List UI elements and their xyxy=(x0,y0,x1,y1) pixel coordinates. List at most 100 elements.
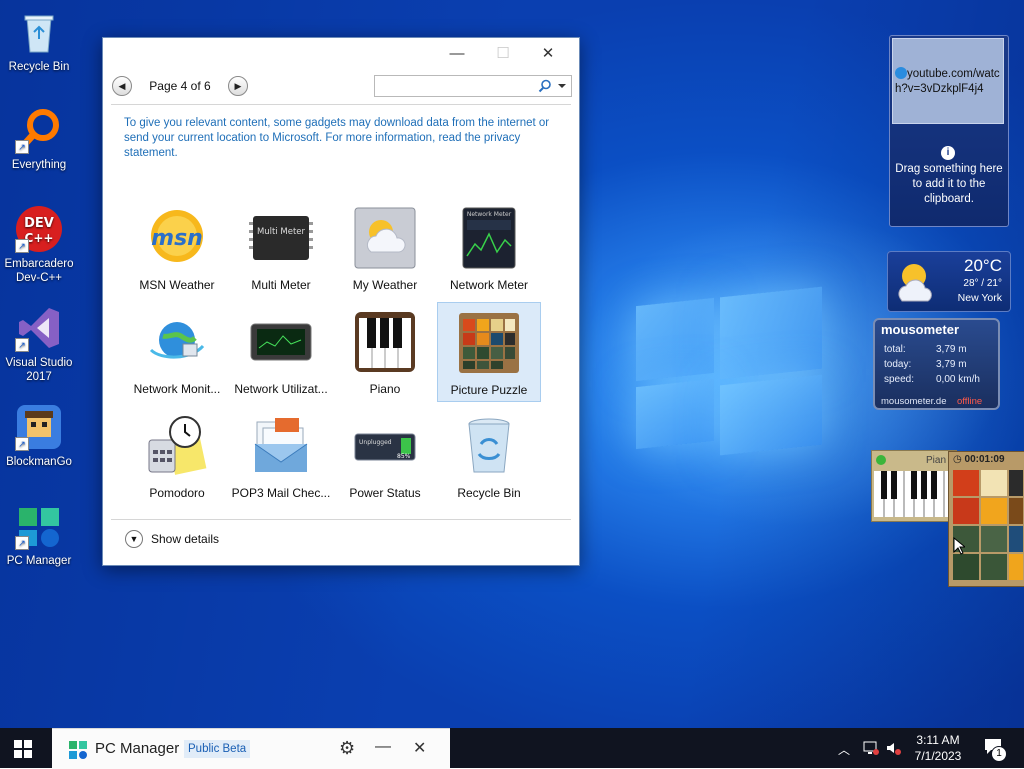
clipboard-item[interactable]: youtube.com/watch?v=3vDzkplF4j4 xyxy=(892,38,1004,124)
weather-city: New York xyxy=(957,292,1002,304)
my-weather-icon xyxy=(353,206,417,270)
recycle-bin-icon xyxy=(15,8,63,56)
search-icon[interactable] xyxy=(538,79,552,93)
temperature-range: 28° / 21° xyxy=(963,278,1002,289)
notification-center-button[interactable]: 1 xyxy=(984,738,1007,762)
desktop-icon-label: Everything xyxy=(11,159,67,171)
row-value: 3,79 m xyxy=(936,344,967,355)
multi-meter-text: Multi Meter xyxy=(257,227,306,237)
picture-puzzle-gadget[interactable]: ◷ 00:01:09 xyxy=(948,451,1024,587)
desktop-icon-blockmango[interactable]: ↗ BlockmanGo xyxy=(1,403,77,469)
gadget-piano[interactable]: Piano xyxy=(333,306,437,406)
unplugged-text: Unplugged xyxy=(359,439,392,446)
recycle-bin-icon xyxy=(457,414,521,478)
clipboard-hint: Drag something here to add it to the cli… xyxy=(895,163,1003,205)
gadget-recycle-bin[interactable]: Recycle Bin xyxy=(437,410,541,510)
timer-icon: ◷ xyxy=(953,454,962,465)
show-details-toggle[interactable]: ▼ Show details xyxy=(125,530,219,548)
shortcut-arrow-icon: ↗ xyxy=(15,338,29,352)
gadget-label: MSN Weather xyxy=(139,278,215,292)
gadget-label: Network Utilizat... xyxy=(234,382,328,396)
desktop-icon-everything[interactable]: ↗ Everything xyxy=(1,106,77,172)
next-page-button[interactable]: ▶ xyxy=(228,76,248,96)
gadget-multi-meter[interactable]: Multi Meter Multi Meter xyxy=(229,202,333,302)
gadget-search-box[interactable] xyxy=(374,75,572,97)
gadget-msn-weather[interactable]: msn MSN Weather xyxy=(125,202,229,302)
volume-muted-icon[interactable] xyxy=(885,740,901,756)
chevron-down-icon: ▼ xyxy=(125,530,143,548)
chevron-up-icon[interactable]: ︿ xyxy=(838,741,850,758)
piano-keys[interactable] xyxy=(874,471,954,517)
gadget-label: Recycle Bin xyxy=(457,486,521,500)
multi-meter-icon: Multi Meter xyxy=(249,206,313,270)
gadget-pomodoro[interactable]: Pomodoro xyxy=(125,410,229,510)
taskbar: PC Manager Public Beta ⚙ — ✕ ︿ 3:11 AM 7… xyxy=(0,728,1024,769)
header-divider xyxy=(111,104,571,105)
row-label: today: xyxy=(884,359,912,370)
gadget-power-status[interactable]: Unplugged 85% Power Status xyxy=(333,410,437,510)
piano-gadget[interactable]: Pian xyxy=(871,450,957,522)
pomodoro-icon xyxy=(145,414,209,478)
gear-icon[interactable]: ⚙ xyxy=(339,738,355,759)
network-utilization-icon xyxy=(249,310,313,374)
picture-puzzle-icon xyxy=(457,311,521,375)
shortcut-arrow-icon: ↗ xyxy=(15,239,29,253)
gadget-pop3-mail-checker[interactable]: POP3 Mail Chec... xyxy=(229,410,333,510)
msn-weather-icon: msn xyxy=(145,206,209,270)
piano-title: Pian xyxy=(926,455,947,466)
chevron-down-icon[interactable] xyxy=(558,82,566,90)
desktop-icon-recycle-bin[interactable]: Recycle Bin xyxy=(1,8,77,74)
battery-icon: Unplugged 85% xyxy=(353,414,417,478)
current-temperature: 20°C xyxy=(964,256,1002,275)
gadget-network-monitor[interactable]: Network Monit... xyxy=(125,306,229,406)
magnifier-icon: ↗ xyxy=(15,106,63,154)
close-button[interactable]: ✕ xyxy=(532,44,564,64)
clock[interactable]: 3:11 AM 7/1/2023 xyxy=(906,732,970,764)
desktop-icon-devcpp[interactable]: DEV C++ ↗ Embarcadero Dev-C++ xyxy=(1,205,77,285)
shortcut-arrow-icon: ↗ xyxy=(15,536,29,550)
start-button[interactable] xyxy=(14,740,32,761)
battery-percent-text: 85% xyxy=(397,453,411,460)
devcpp-icon: DEV C++ ↗ xyxy=(15,205,63,253)
clock-date: 7/1/2023 xyxy=(914,749,962,763)
clock-time: 3:11 AM xyxy=(916,733,960,747)
gadget-label: Network Meter xyxy=(449,278,529,292)
puzzle-tiles[interactable] xyxy=(953,470,1023,580)
previous-page-button[interactable]: ◀ xyxy=(112,76,132,96)
page-label: Page 4 of 6 xyxy=(149,79,211,93)
gadget-my-weather[interactable]: My Weather xyxy=(333,202,437,302)
puzzle-timer: ◷ 00:01:09 xyxy=(953,454,1005,465)
mousometer-link[interactable]: mousometer.de xyxy=(881,396,946,407)
maximize-button[interactable]: ☐ xyxy=(487,44,519,64)
network-monitor-icon xyxy=(145,310,209,374)
gadget-network-meter[interactable]: Network Meter Network Meter xyxy=(437,202,541,302)
desktop: Recycle Bin ↗ Everything DEV C++ ↗ Embarc… xyxy=(0,0,1024,728)
mousometer-row-total: total: 3,79 m xyxy=(884,344,967,355)
weather-gadget[interactable]: 20°C 28° / 21° New York xyxy=(887,251,1011,312)
minimize-button[interactable]: — xyxy=(375,738,391,756)
shortcut-arrow-icon: ↗ xyxy=(15,437,29,451)
footer-divider xyxy=(111,519,571,520)
clipboard-gadget[interactable]: youtube.com/watch?v=3vDzkplF4j4 i Drag s… xyxy=(889,35,1009,227)
mousometer-row-speed: speed: 0,00 km/h xyxy=(884,374,980,385)
row-value: 0,00 km/h xyxy=(936,374,980,385)
row-label: speed: xyxy=(884,374,915,385)
gadget-label: My Weather xyxy=(352,278,418,292)
pc-manager-icon xyxy=(69,741,87,759)
close-button[interactable]: ✕ xyxy=(413,738,426,758)
mail-checker-icon xyxy=(249,414,313,478)
desktop-icon-label: BlockmanGo xyxy=(6,456,72,468)
network-icon[interactable] xyxy=(863,740,879,756)
desktop-icon-label: PC Manager xyxy=(6,555,72,567)
desktop-icon-label: Embarcadero Dev-C++ xyxy=(4,258,74,284)
gadget-network-utilization[interactable]: Network Utilizat... xyxy=(229,306,333,406)
pc-manager-panel[interactable]: PC Manager Public Beta ⚙ — ✕ xyxy=(52,728,450,769)
desktop-icon-pc-manager[interactable]: ↗ PC Manager xyxy=(1,502,77,568)
privacy-notice-link[interactable]: To give you relevant content, some gadge… xyxy=(124,116,554,161)
gadget-picture-puzzle[interactable]: Picture Puzzle xyxy=(437,302,541,402)
mousometer-gadget[interactable]: mousometer total: 3,79 m today: 3,79 m spe… xyxy=(873,318,1000,410)
mousometer-row-today: today: 3,79 m xyxy=(884,359,967,370)
clipboard-url: youtube.com/watch?v=3vDzkplF4j4 xyxy=(895,68,1000,95)
desktop-icon-visual-studio[interactable]: ↗ Visual Studio 2017 xyxy=(1,304,77,384)
minimize-button[interactable]: — xyxy=(441,44,473,64)
